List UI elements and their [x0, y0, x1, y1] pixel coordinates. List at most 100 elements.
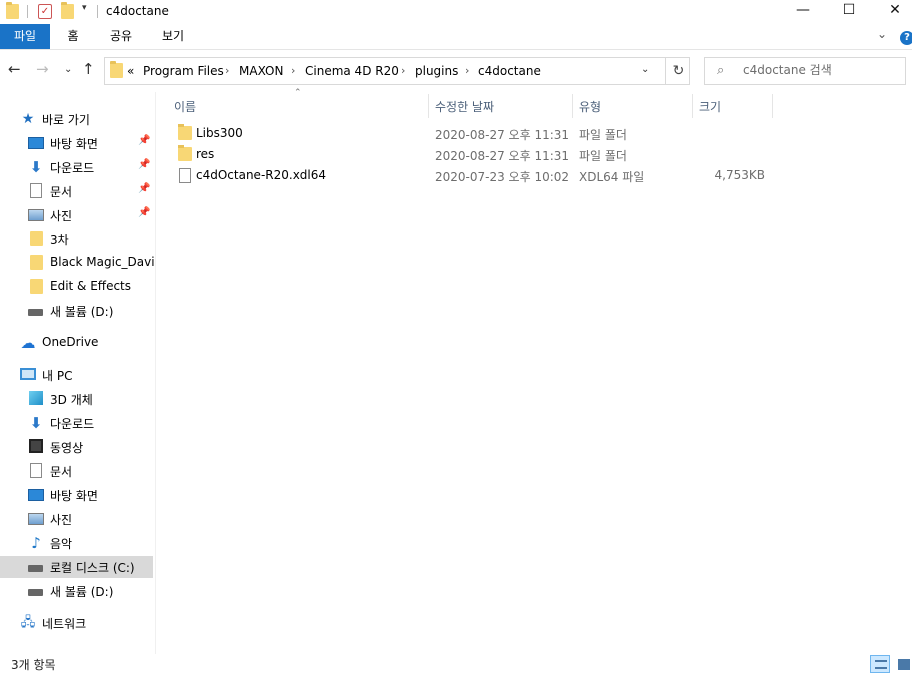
maximize-button[interactable]: ☐ — [826, 0, 872, 22]
search-input[interactable] — [743, 63, 893, 77]
sidebar-item-pc-pictures[interactable]: 사진 — [0, 508, 153, 530]
properties-icon[interactable]: ✓ — [38, 4, 52, 19]
close-button[interactable]: ✕ — [872, 0, 912, 22]
forward-button[interactable]: → — [36, 60, 49, 78]
column-divider[interactable] — [772, 94, 773, 118]
sidebar-item-quick-access[interactable]: ★ 바로 가기 — [0, 108, 153, 130]
minimize-button[interactable]: — — [780, 0, 826, 22]
tab-view[interactable]: 보기 — [156, 24, 190, 49]
tab-share[interactable]: 공유 — [104, 24, 138, 49]
sidebar-item-pictures[interactable]: 사진 📌 — [0, 204, 153, 226]
sidebar-item-pc-volume-d[interactable]: 새 볼륨 (D:) — [0, 580, 153, 602]
sidebar-item-label: 바로 가기 — [42, 113, 90, 127]
table-row[interactable]: Libs300 2020-08-27 오후 11:31 파일 폴더 — [172, 123, 772, 145]
sidebar-item-downloads[interactable]: ⬇ 다운로드 📌 — [0, 156, 153, 178]
sidebar-item-pc-documents[interactable]: 문서 — [0, 460, 153, 482]
recent-locations-icon[interactable]: ⌄ — [64, 64, 72, 75]
file-name: res — [196, 147, 215, 161]
sidebar-item-volume-d[interactable]: 새 볼륨 (D:) — [0, 300, 153, 322]
sidebar-item-local-disk-c[interactable]: 로컬 디스크 (C:) — [0, 556, 153, 578]
column-divider[interactable] — [572, 94, 573, 118]
file-list: ⌃ 이름 수정한 날짜 유형 크기 Libs300 2020-08-27 오후 … — [160, 88, 912, 652]
breadcrumb-c4doctane[interactable]: c4doctane — [478, 64, 541, 78]
pin-icon: 📌 — [138, 183, 151, 194]
address-bar[interactable]: « Program Files › MAXON › Cinema 4D R20 … — [104, 57, 690, 85]
ribbon: 파일 홈 공유 보기 ⌄ ? — [0, 24, 912, 50]
expand-ribbon-icon[interactable]: ⌄ — [877, 27, 887, 41]
download-icon: ⬇ — [29, 158, 43, 176]
chevron-right-icon[interactable]: › — [465, 64, 469, 77]
large-icons-view-button[interactable] — [893, 655, 912, 673]
sidebar-item-pc-downloads[interactable]: ⬇ 다운로드 — [0, 412, 153, 434]
help-icon[interactable]: ? — [900, 31, 912, 45]
sidebar-item-label: 로컬 디스크 (C:) — [50, 561, 135, 575]
new-folder-icon[interactable] — [61, 2, 74, 19]
chevron-right-icon[interactable]: › — [291, 64, 295, 77]
table-row[interactable]: c4dOctane-R20.xdl64 2020-07-23 오후 10:02 … — [172, 165, 772, 187]
customize-toolbar-icon[interactable]: ▾ — [82, 3, 87, 13]
sidebar-item-music[interactable]: ♪ 음악 — [0, 532, 153, 554]
video-icon — [28, 439, 44, 455]
sidebar-item-documents[interactable]: 문서 📌 — [0, 180, 153, 202]
address-dropdown-icon[interactable]: ⌄ — [641, 64, 649, 75]
3d-object-icon — [28, 391, 44, 407]
sidebar-item-3cha[interactable]: 3차 — [0, 228, 153, 250]
music-icon: ♪ — [31, 534, 41, 552]
sidebar-item-onedrive[interactable]: ☁ OneDrive — [0, 332, 153, 354]
tab-home[interactable]: 홈 — [60, 24, 86, 49]
pin-icon: 📌 — [138, 159, 151, 170]
chevron-right-icon[interactable]: › — [225, 64, 229, 77]
details-view-button[interactable] — [870, 655, 890, 673]
tab-file[interactable]: 파일 — [0, 24, 50, 49]
navigation-pane: ★ 바로 가기 바탕 화면 📌 ⬇ 다운로드 📌 문서 📌 사진 📌 3차 Bl… — [0, 108, 155, 654]
sidebar-item-label: 다운로드 — [50, 417, 95, 431]
sidebar-item-pc-desktop[interactable]: 바탕 화면 — [0, 484, 153, 506]
sidebar-item-label: OneDrive — [42, 335, 99, 349]
breadcrumb-maxon[interactable]: MAXON — [239, 64, 283, 78]
column-header-date[interactable]: 수정한 날짜 — [435, 98, 494, 115]
table-row[interactable]: res 2020-08-27 오후 11:31 파일 폴더 — [172, 144, 772, 166]
column-divider[interactable] — [692, 94, 693, 118]
desktop-icon — [28, 135, 44, 151]
folder-icon — [110, 61, 123, 78]
sidebar-item-black-magic[interactable]: Black Magic_Davinci — [0, 252, 154, 274]
sidebar-item-this-pc[interactable]: 내 PC — [0, 364, 153, 386]
desktop-icon — [28, 487, 44, 503]
up-button[interactable]: ↑ — [82, 60, 95, 78]
breadcrumb-plugins[interactable]: plugins — [415, 64, 458, 78]
breadcrumb-overflow[interactable]: « — [127, 64, 134, 78]
search-box[interactable]: ⌕ — [704, 57, 906, 85]
sidebar-item-desktop[interactable]: 바탕 화면 📌 — [0, 132, 153, 154]
file-date: 2020-08-27 오후 11:31 — [435, 128, 570, 142]
sidebar-item-network[interactable]: 🖧 네트워크 — [0, 612, 153, 634]
navigation-bar: ← → ⌄ ↑ « Program Files › MAXON › Cinema… — [0, 50, 912, 92]
column-header-type[interactable]: 유형 — [579, 98, 601, 115]
search-icon: ⌕ — [717, 63, 725, 78]
picture-icon — [28, 207, 44, 223]
back-button[interactable]: ← — [8, 60, 21, 78]
sidebar-item-label: 내 PC — [42, 369, 73, 383]
sidebar-item-3d-objects[interactable]: 3D 개체 — [0, 388, 153, 410]
sidebar-item-videos[interactable]: 동영상 — [0, 436, 153, 458]
column-divider[interactable] — [428, 94, 429, 118]
chevron-right-icon[interactable]: › — [401, 64, 405, 77]
file-type: 파일 폴더 — [579, 128, 627, 142]
column-header-size[interactable]: 크기 — [699, 98, 721, 115]
computer-icon — [20, 367, 36, 383]
pane-divider[interactable] — [155, 92, 156, 654]
sidebar-item-label: 사진 — [50, 209, 73, 223]
refresh-button[interactable]: ↻ — [665, 58, 691, 84]
sidebar-item-label: 3차 — [50, 233, 69, 247]
column-header-name[interactable]: 이름 — [174, 98, 196, 115]
drive-icon — [28, 303, 44, 319]
pin-icon: 📌 — [138, 207, 151, 218]
star-icon: ★ — [21, 111, 35, 127]
file-type: XDL64 파일 — [579, 170, 645, 184]
status-bar: 3개 항목 — [0, 654, 912, 674]
sidebar-item-edit-effects[interactable]: Edit & Effects — [0, 276, 153, 298]
breadcrumb-cinema4d[interactable]: Cinema 4D R20 — [305, 64, 399, 78]
folder-icon — [28, 279, 44, 295]
breadcrumb-program-files[interactable]: Program Files — [143, 64, 224, 78]
file-size: 4,753KB — [714, 168, 765, 182]
sidebar-item-label: 문서 — [50, 185, 73, 199]
